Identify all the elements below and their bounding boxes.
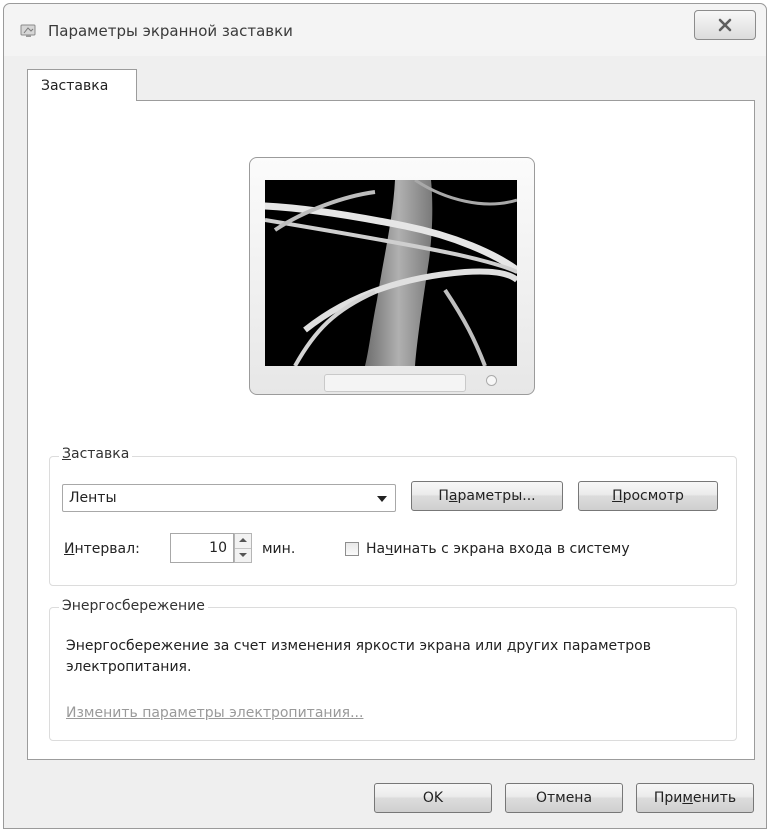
screensaver-select-value: Ленты [69, 490, 117, 506]
screensaver-group [49, 456, 737, 586]
interval-unit: мин. [262, 541, 296, 557]
logon-screen-label[interactable]: Начинать с экрана входа в систему [366, 541, 630, 557]
screensaver-settings-button[interactable]: Параметры... [411, 481, 563, 511]
logon-screen-checkbox[interactable] [345, 542, 359, 556]
interval-value: 10 [209, 540, 227, 556]
screensaver-select[interactable]: Ленты [62, 484, 396, 512]
screensaver-icon [20, 23, 40, 39]
apply-button[interactable]: Применить [636, 783, 754, 813]
monitor-stand-slot [324, 374, 466, 392]
tab-screensaver-label: Заставка [41, 78, 109, 94]
ok-button[interactable]: OK [374, 783, 492, 813]
interval-label: Интервал: [64, 541, 140, 557]
window-title: Параметры экранной заставки [48, 22, 293, 40]
close-button[interactable] [694, 10, 756, 40]
screensaver-group-title: Заставка [59, 446, 133, 462]
tab-screensaver[interactable]: Заставка [27, 69, 137, 101]
spin-up-button[interactable] [235, 534, 251, 549]
arrow-up-icon [239, 538, 247, 542]
power-group-title: Энергосбережение [59, 598, 208, 614]
spin-down-button[interactable] [235, 548, 251, 562]
arrow-down-icon [239, 553, 247, 557]
title-bar: Параметры экранной заставки [4, 4, 766, 56]
power-settings-link[interactable]: Изменить параметры электропитания... [66, 705, 363, 721]
interval-input[interactable]: 10 [170, 533, 234, 563]
close-icon [718, 18, 732, 32]
preview-screen [265, 180, 517, 366]
monitor-power-indicator [486, 375, 497, 386]
cancel-button[interactable]: Отмена [505, 783, 623, 813]
interval-spinner[interactable] [234, 533, 252, 563]
chevron-down-icon [377, 496, 387, 502]
preview-button[interactable]: Просмотр [578, 481, 718, 511]
power-description: Энергосбережение за счет изменения яркос… [66, 638, 651, 675]
